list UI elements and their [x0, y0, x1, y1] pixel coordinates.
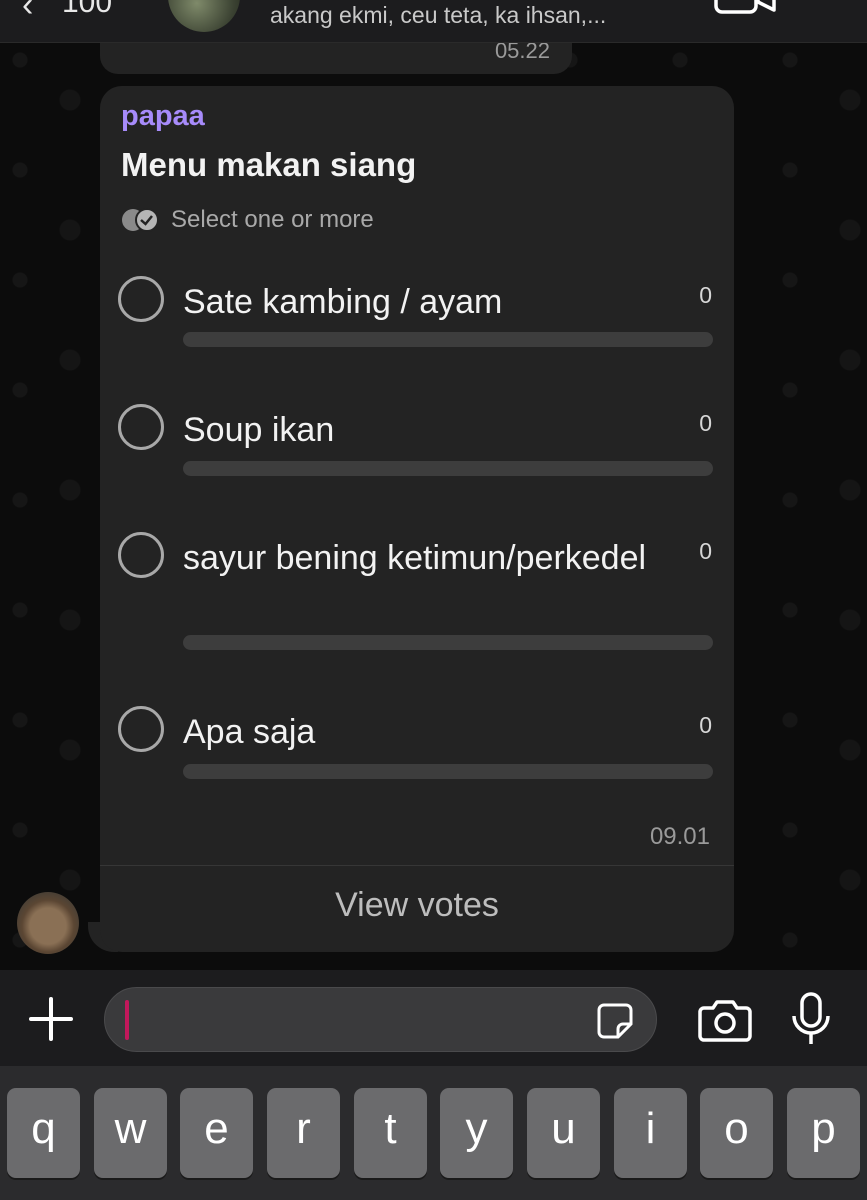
option-vote-count: 0 [699, 282, 712, 308]
double-check-icon [122, 208, 159, 232]
keyboard: q w e r t y u i o p [0, 1066, 867, 1200]
option-vote-bar [183, 461, 713, 476]
poll-hint-text: Select one or more [171, 206, 374, 233]
option-vote-bar [183, 635, 713, 650]
option-vote-count: 0 [699, 538, 712, 564]
key-p[interactable]: p [787, 1088, 860, 1178]
key-y[interactable]: y [440, 1088, 513, 1178]
option-vote-count: 0 [699, 410, 712, 436]
option-label[interactable]: sayur bening ketimun/perkedel [183, 534, 663, 582]
option-vote-count: 0 [699, 712, 712, 738]
key-t[interactable]: t [354, 1088, 427, 1178]
poll-message-bubble[interactable]: papaa Menu makan siang Select one or mor… [100, 86, 734, 952]
back-unread-count[interactable]: 100 [62, 0, 112, 20]
sender-avatar[interactable] [17, 892, 79, 954]
key-o[interactable]: o [700, 1088, 773, 1178]
group-avatar[interactable] [168, 0, 240, 32]
poll-title: Menu makan siang [121, 146, 417, 183]
camera-icon[interactable] [698, 998, 752, 1042]
divider [100, 865, 734, 866]
key-q[interactable]: q [7, 1088, 80, 1178]
option-radio[interactable] [118, 532, 164, 578]
option-radio[interactable] [118, 404, 164, 450]
option-radio[interactable] [118, 706, 164, 752]
option-vote-bar [183, 764, 713, 779]
message-input-bar [0, 970, 867, 1066]
key-i[interactable]: i [614, 1088, 687, 1178]
option-vote-bar [183, 332, 713, 347]
option-radio[interactable] [118, 276, 164, 322]
sticker-icon[interactable] [596, 1002, 634, 1040]
group-members-subtitle[interactable]: akang ekmi, ceu teta, ka ihsan,... [270, 2, 606, 29]
key-r[interactable]: r [267, 1088, 340, 1178]
option-label[interactable]: Sate kambing / ayam [183, 278, 663, 326]
poll-hint: Select one or more [121, 206, 374, 234]
video-call-icon[interactable] [714, 0, 776, 16]
poll-time: 09.01 [649, 823, 710, 850]
view-votes-button[interactable]: View votes [100, 886, 734, 925]
option-label[interactable]: Apa saja [183, 708, 663, 756]
key-w[interactable]: w [94, 1088, 167, 1178]
sender-name[interactable]: papaa [121, 100, 205, 133]
back-chevron-icon[interactable]: ‹ [22, 0, 33, 22]
microphone-icon[interactable] [790, 992, 832, 1046]
option-label[interactable]: Soup ikan [183, 406, 663, 454]
message-input[interactable] [104, 987, 657, 1052]
text-cursor [125, 1000, 129, 1040]
key-u[interactable]: u [527, 1088, 600, 1178]
chat-header: ‹ 100 akang ekmi, ceu teta, ka ihsan,... [0, 0, 867, 43]
plus-icon[interactable] [28, 996, 74, 1042]
key-e[interactable]: e [180, 1088, 253, 1178]
